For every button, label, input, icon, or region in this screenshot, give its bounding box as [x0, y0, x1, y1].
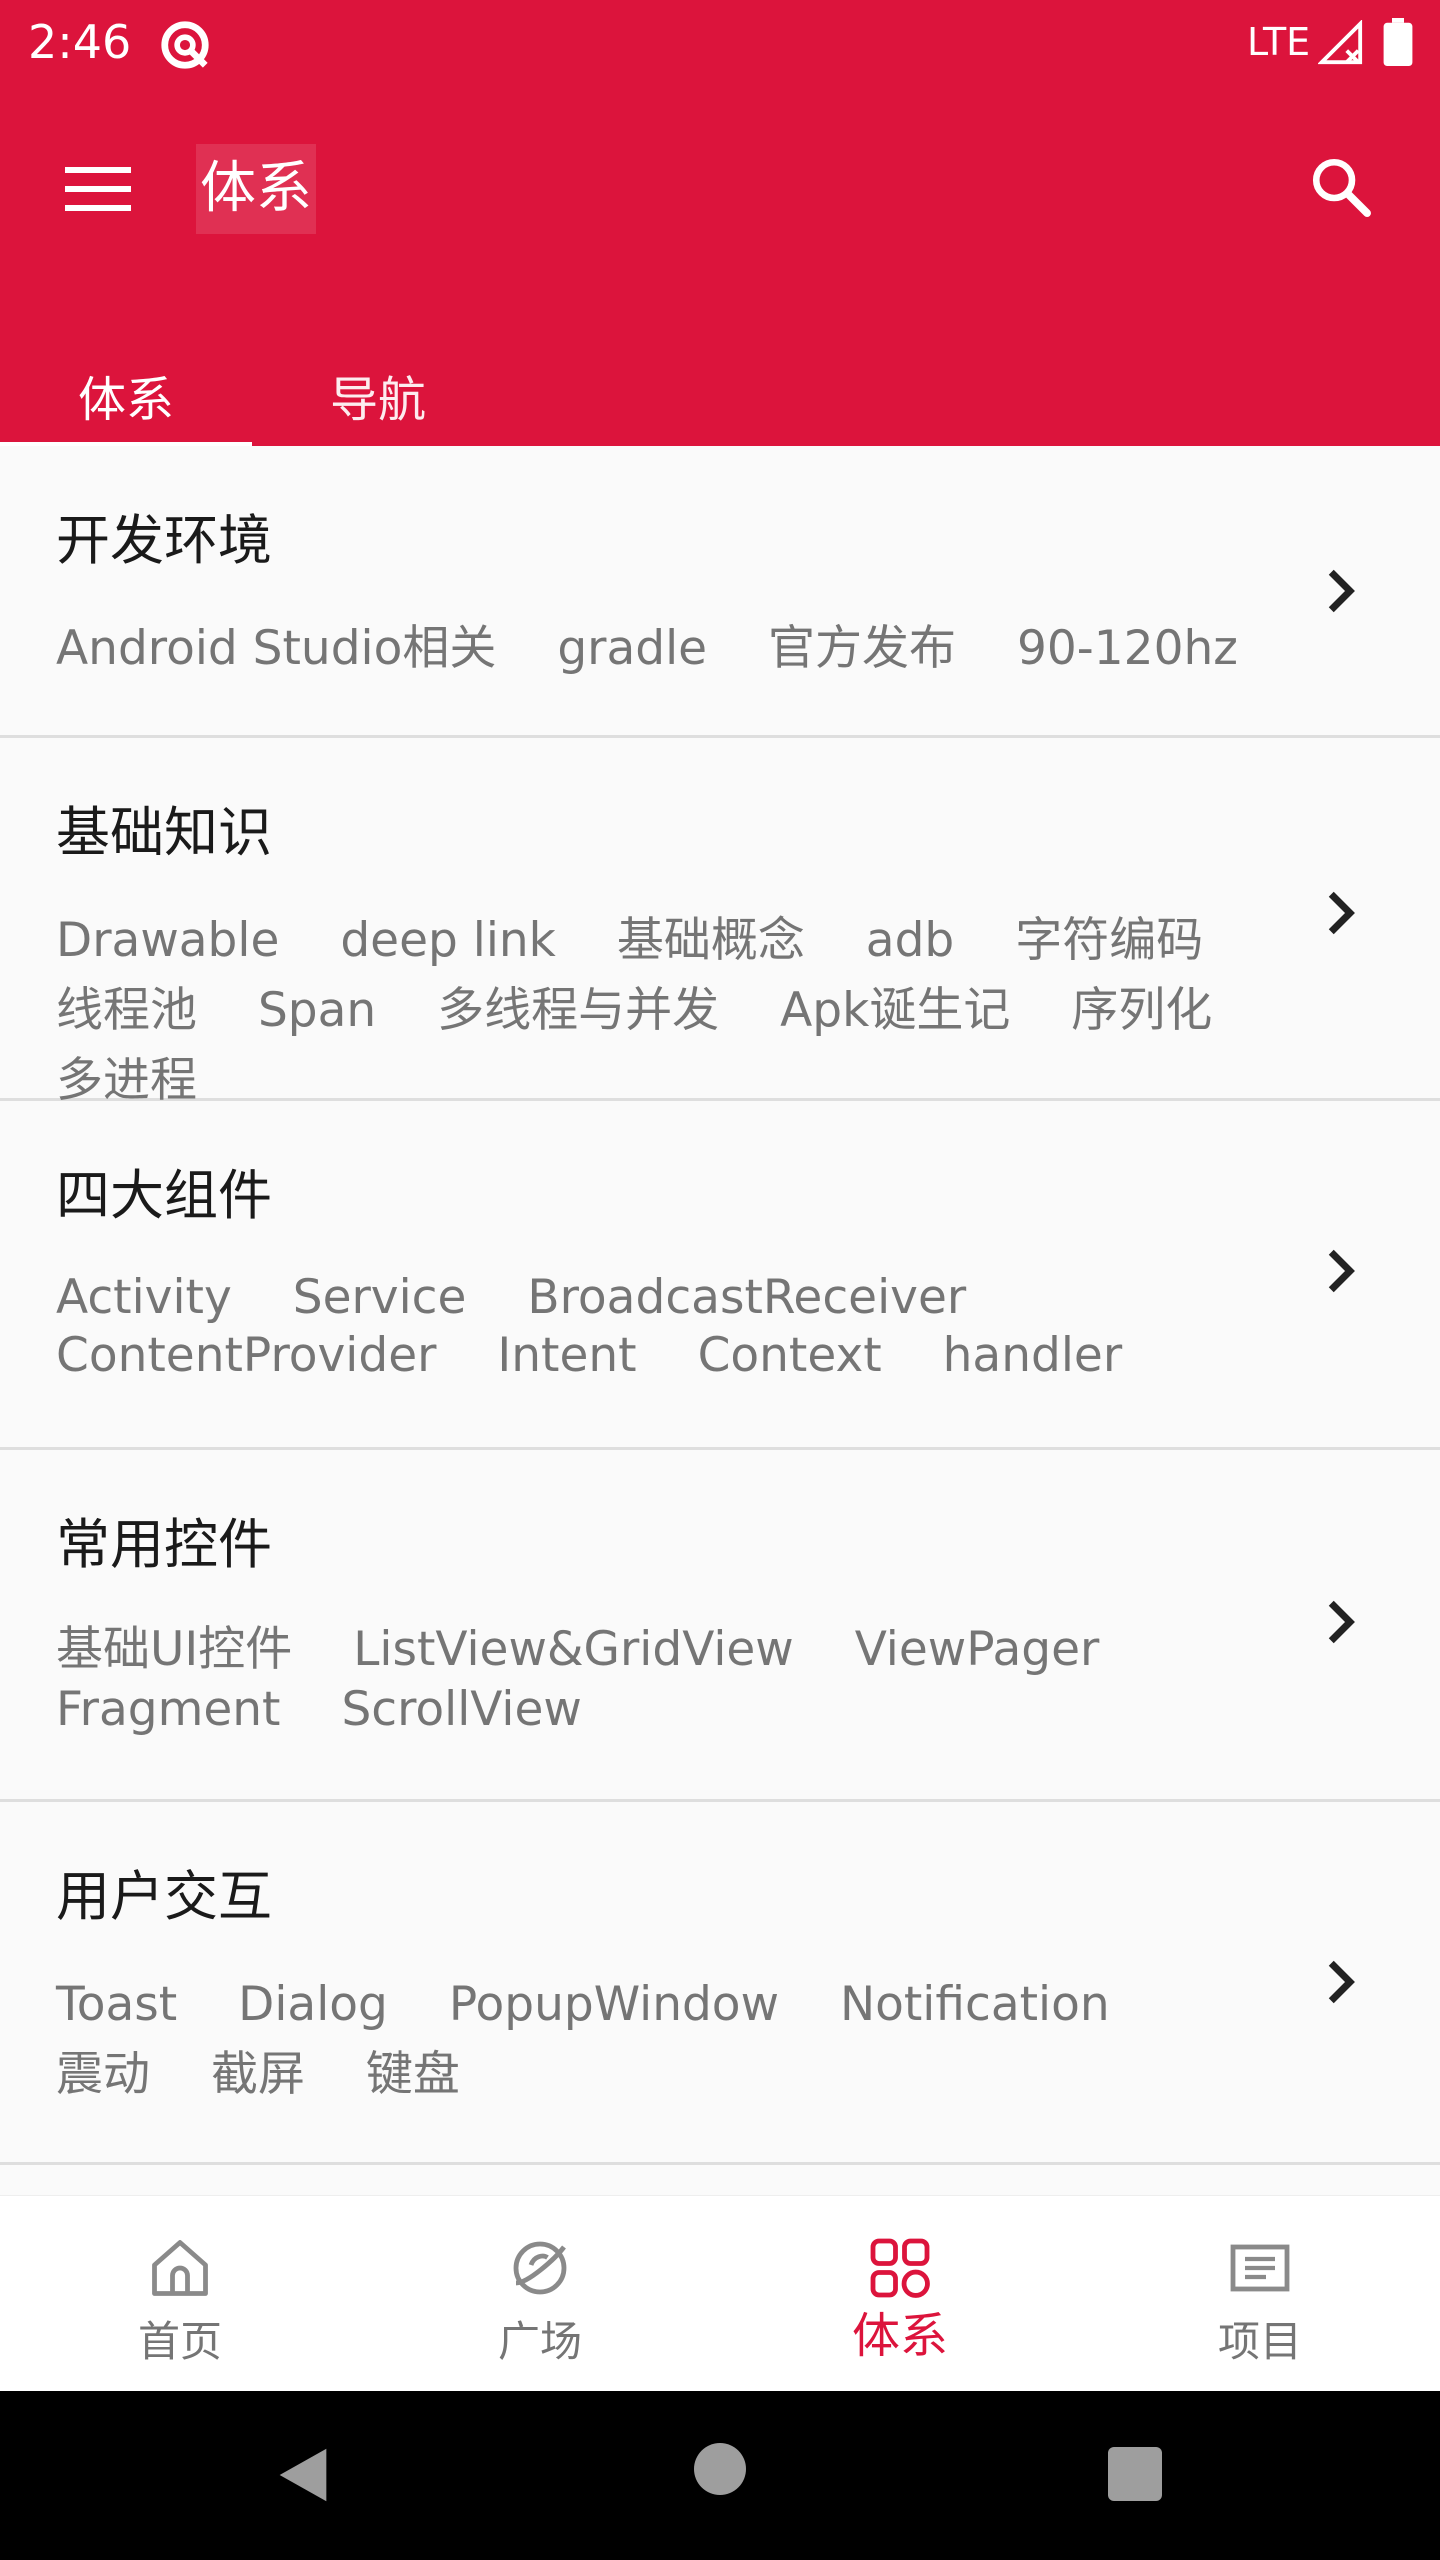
tag: adb — [865, 913, 955, 968]
tag: Span — [257, 983, 377, 1038]
tag: Fragment — [56, 1682, 281, 1737]
tag: handler — [942, 1328, 1123, 1383]
category-card-dev-env[interactable]: 开发环境 Android Studio相关 gradle 官方发布 90-120… — [0, 446, 1440, 738]
tag: ContentProvider — [56, 1328, 437, 1383]
tag: Drawable — [56, 913, 280, 968]
tag: Notification — [839, 1977, 1110, 2032]
tag: 基础UI控件 — [56, 1622, 293, 1677]
tag: Android Studio相关 — [56, 621, 497, 676]
tag: 线程池 — [56, 983, 197, 1038]
category-card-components[interactable]: 四大组件 Activity Service BroadcastReceiver … — [0, 1101, 1440, 1450]
tag: 序列化 — [1071, 983, 1213, 1038]
home-button-icon[interactable] — [694, 2443, 746, 2495]
list-icon — [1230, 2244, 1290, 2292]
nav-label: 首页 — [137, 2317, 222, 2366]
tag: 字符编码 — [1015, 913, 1204, 968]
tag: Activity — [56, 1270, 232, 1325]
system-navigation-bar — [0, 2391, 1440, 2560]
search-icon — [1312, 158, 1371, 217]
tag: Intent — [497, 1328, 637, 1383]
planet-icon — [513, 2241, 567, 2295]
tag: 震动 — [56, 2047, 150, 2102]
status-time: 2:46 — [28, 15, 132, 69]
category-title: 基础知识 — [56, 801, 272, 864]
tag: ViewPager — [854, 1622, 1100, 1677]
nav-projects[interactable]: 项目 — [1080, 2196, 1440, 2392]
menu-button[interactable] — [48, 144, 148, 234]
category-tags: Activity Service BroadcastReceiver Conte… — [56, 1269, 1316, 1385]
search-button[interactable] — [1296, 142, 1386, 232]
tag: 90-120hz — [1017, 621, 1238, 676]
nav-label: 体系 — [851, 2308, 948, 2364]
screen: 2:46 LTE 体系 体系 导航 开发环境 Android Studio相关 … — [0, 0, 1440, 2560]
network-type: LTE — [1247, 20, 1311, 64]
tag: gradle — [557, 621, 708, 676]
tag: Apk诞生记 — [780, 983, 1011, 1038]
category-tags: Drawable deep link 基础概念 adb 字符编码 线程池 Spa… — [56, 906, 1296, 1116]
chevron-right-icon — [1328, 891, 1355, 935]
tag: 截屏 — [210, 2047, 305, 2102]
category-title: 常用控件 — [56, 1513, 272, 1576]
menu-icon — [65, 167, 131, 211]
tag: Context — [697, 1328, 882, 1383]
tag: deep link — [340, 913, 556, 968]
hotspot-icon — [161, 21, 209, 69]
tag: 基础概念 — [616, 913, 805, 968]
tag: Toast — [56, 1977, 178, 2032]
nav-system[interactable]: 体系 — [720, 2196, 1080, 2392]
nav-label: 项目 — [1217, 2317, 1302, 2366]
bottom-navigation: 首页 广场 体系 项目 — [0, 2195, 1440, 2391]
back-icon[interactable] — [268, 2439, 338, 2511]
page-title: 体系 — [196, 144, 316, 234]
tag: 多进程 — [56, 1053, 197, 1108]
app-bar: 体系 体系 导航 — [0, 84, 1440, 448]
home-icon — [152, 2240, 208, 2296]
category-tags: Toast Dialog PopupWindow Notification 震动… — [56, 1970, 1296, 2110]
chevron-right-icon — [1328, 1960, 1355, 2004]
tag: ScrollView — [341, 1682, 582, 1737]
category-tags: Android Studio相关 gradle 官方发布 90-120hz — [56, 614, 1296, 684]
tag: PopupWindow — [448, 1977, 780, 2032]
battery-icon — [1383, 18, 1413, 66]
chevron-right-icon — [1328, 569, 1355, 613]
category-tags: 基础UI控件 ListView&GridView ViewPager Fragm… — [56, 1620, 1296, 1740]
category-card-basics[interactable]: 基础知识 Drawable deep link 基础概念 adb 字符编码 线程… — [0, 738, 1440, 1108]
chevron-right-icon — [1328, 1600, 1355, 1644]
tab-bar: 体系 导航 — [0, 354, 1440, 446]
grid-icon — [870, 2238, 930, 2298]
chevron-right-icon — [1328, 1249, 1355, 1293]
category-list: 开发环境 Android Studio相关 gradle 官方发布 90-120… — [0, 446, 1440, 2205]
tag: 官方发布 — [768, 621, 957, 676]
tag: BroadcastReceiver — [527, 1270, 967, 1325]
category-title: 用户交互 — [56, 1865, 272, 1928]
category-title: 开发环境 — [56, 509, 272, 572]
status-bar: 2:46 LTE — [0, 0, 1440, 84]
tab-system[interactable]: 体系 — [0, 354, 252, 446]
tab-navigation[interactable]: 导航 — [252, 354, 504, 446]
tag: Dialog — [238, 1977, 388, 2032]
category-card-widgets[interactable]: 常用控件 基础UI控件 ListView&GridView ViewPager … — [0, 1450, 1440, 1802]
nav-home[interactable]: 首页 — [0, 2196, 360, 2392]
tag: ListView&GridView — [353, 1622, 794, 1677]
nav-label: 广场 — [497, 2317, 582, 2366]
tag: 键盘 — [365, 2047, 460, 2102]
signal-icon — [1318, 20, 1363, 65]
tag: 多线程与并发 — [437, 983, 720, 1038]
recent-apps-icon[interactable] — [1108, 2447, 1162, 2501]
tag: Service — [292, 1270, 467, 1325]
category-title: 四大组件 — [56, 1164, 272, 1227]
nav-square[interactable]: 广场 — [360, 2196, 720, 2392]
category-card-interaction[interactable]: 用户交互 Toast Dialog PopupWindow Notificati… — [0, 1802, 1440, 2165]
